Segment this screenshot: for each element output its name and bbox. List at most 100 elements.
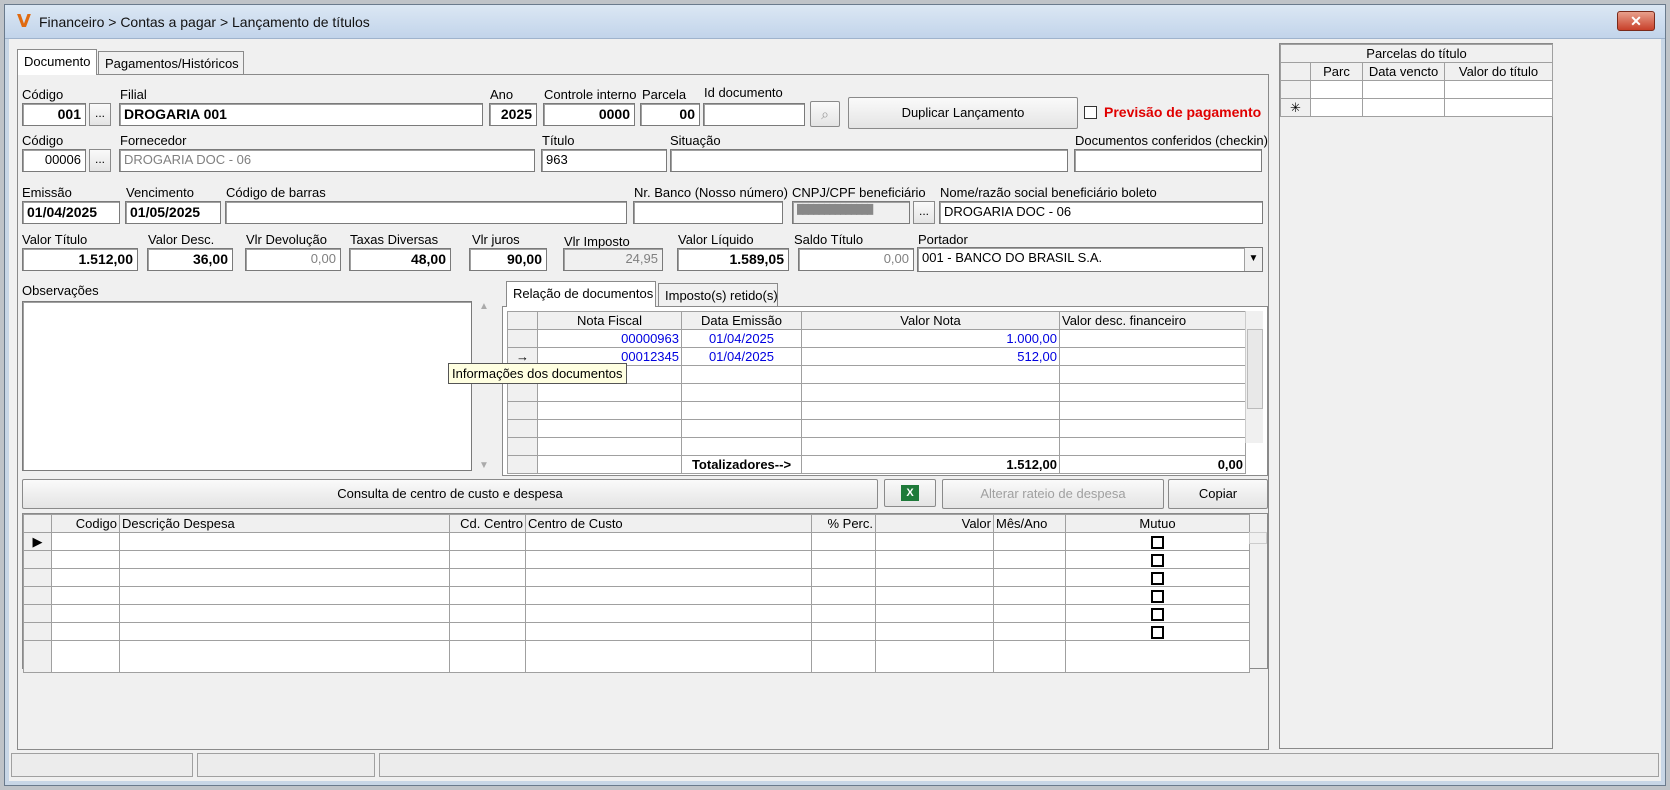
- chevron-down-icon[interactable]: ▼: [1244, 248, 1262, 271]
- mutuo-checkbox-cell[interactable]: [1065, 532, 1250, 551]
- codigo-field[interactable]: 001: [22, 103, 86, 126]
- table-row[interactable]: [507, 419, 1246, 438]
- row-selector[interactable]: [23, 550, 52, 569]
- table-row[interactable]: [23, 550, 1250, 569]
- valor-nota-cell[interactable]: 1.000,00: [801, 329, 1060, 348]
- grid-cell[interactable]: [525, 550, 812, 569]
- grid-cell[interactable]: [119, 586, 450, 605]
- table-row[interactable]: [23, 586, 1250, 605]
- table-row[interactable]: [23, 604, 1250, 623]
- grid-cell[interactable]: [811, 568, 876, 587]
- grid-cell[interactable]: [449, 604, 526, 623]
- grid-cell[interactable]: [525, 586, 812, 605]
- grid-cell[interactable]: [51, 532, 120, 551]
- grid-cell[interactable]: [811, 604, 876, 623]
- vencimento-field[interactable]: 01/05/2025: [125, 201, 221, 224]
- mutuo-checkbox-cell[interactable]: [1065, 568, 1250, 587]
- col-mes-ano[interactable]: Mês/Ano: [993, 514, 1066, 533]
- id-documento-search-button[interactable]: ⌕: [810, 101, 840, 127]
- close-button[interactable]: ✕: [1617, 11, 1655, 31]
- alterar-rateio-button[interactable]: Alterar rateio de despesa: [942, 479, 1164, 509]
- grid-cell[interactable]: [525, 604, 812, 623]
- valor-desc-cell[interactable]: [1059, 347, 1246, 366]
- table-row[interactable]: ✳: [1280, 98, 1554, 117]
- valor-desc-field[interactable]: 36,00: [147, 248, 233, 271]
- col-valor-nota[interactable]: Valor Nota: [801, 311, 1060, 330]
- tab-documento[interactable]: Documento: [17, 49, 97, 75]
- grid-cell[interactable]: [51, 604, 120, 623]
- documentos-grid-scrollbar[interactable]: [1245, 311, 1263, 443]
- portador-select[interactable]: 001 - BANCO DO BRASIL S.A. ▼: [917, 247, 1263, 272]
- grid-cell[interactable]: [119, 532, 450, 551]
- grid-cell[interactable]: [993, 586, 1066, 605]
- col-centro-custo[interactable]: Centro de Custo: [525, 514, 812, 533]
- vlr-imposto-field[interactable]: 24,95: [563, 248, 663, 271]
- grid-cell[interactable]: [525, 532, 812, 551]
- row-selector[interactable]: [23, 586, 52, 605]
- col-descricao-despesa[interactable]: Descrição Despesa: [119, 514, 450, 533]
- grid-cell[interactable]: [525, 622, 812, 641]
- vlr-devolucao-field[interactable]: 0,00: [245, 248, 341, 271]
- grid-cell[interactable]: [51, 550, 120, 569]
- mutuo-checkbox-cell[interactable]: [1065, 622, 1250, 641]
- mutuo-checkbox-cell[interactable]: [1065, 586, 1250, 605]
- situacao-field[interactable]: [670, 149, 1068, 172]
- fornecedor-codigo-field[interactable]: 00006: [22, 149, 86, 172]
- grid-cell[interactable]: [875, 586, 994, 605]
- grid-cell[interactable]: [51, 568, 120, 587]
- fornecedor-field[interactable]: DROGARIA DOC - 06: [119, 149, 535, 172]
- grid-cell[interactable]: [811, 532, 876, 551]
- despesa-grid-scrollbar[interactable]: [1249, 532, 1267, 544]
- documentos-conferidos-field[interactable]: [1074, 149, 1262, 172]
- grid-cell[interactable]: [449, 568, 526, 587]
- controle-interno-field[interactable]: 0000: [543, 103, 635, 126]
- grid-cell[interactable]: [119, 568, 450, 587]
- grid-cell[interactable]: [525, 568, 812, 587]
- valor-titulo-field[interactable]: 1.512,00: [22, 248, 138, 271]
- mutuo-checkbox[interactable]: [1151, 554, 1164, 568]
- grid-cell[interactable]: [875, 622, 994, 641]
- col-mutuo[interactable]: Mutuo: [1065, 514, 1250, 533]
- grid-cell[interactable]: [811, 622, 876, 641]
- valor-liquido-field[interactable]: 1.589,05: [677, 248, 789, 271]
- valor-desc-cell[interactable]: [1059, 329, 1246, 348]
- col-data-vencto[interactable]: Data vencto: [1362, 62, 1445, 81]
- titulo-field[interactable]: 963: [541, 149, 667, 172]
- col-valor-desc-financeiro[interactable]: Valor desc. financeiro: [1059, 311, 1246, 330]
- current-row-indicator-icon[interactable]: ▶: [23, 532, 52, 551]
- grid-cell[interactable]: [119, 622, 450, 641]
- scroll-down-icon[interactable]: ▼: [476, 460, 492, 471]
- grid-cell[interactable]: [993, 550, 1066, 569]
- col-parc[interactable]: Parc: [1310, 62, 1363, 81]
- row-selector[interactable]: [23, 568, 52, 587]
- table-row[interactable]: [23, 568, 1250, 587]
- data-emissao-cell[interactable]: 01/04/2025: [681, 329, 802, 348]
- grid-cell[interactable]: [811, 586, 876, 605]
- mutuo-checkbox[interactable]: [1151, 536, 1164, 550]
- codigo-barras-field[interactable]: [225, 201, 627, 224]
- col-cd-centro[interactable]: Cd. Centro: [449, 514, 526, 533]
- mutuo-checkbox[interactable]: [1151, 626, 1164, 640]
- table-row[interactable]: ▶: [23, 532, 1250, 551]
- col-codigo[interactable]: Codigo: [51, 514, 120, 533]
- vlr-juros-field[interactable]: 90,00: [469, 248, 547, 271]
- col-data-emissao[interactable]: Data Emissão: [681, 311, 802, 330]
- emissao-field[interactable]: 01/04/2025: [22, 201, 120, 224]
- grid-cell[interactable]: [51, 622, 120, 641]
- fornecedor-lookup-button[interactable]: ...: [89, 149, 111, 172]
- table-row[interactable]: 00000963 01/04/2025 1.000,00: [507, 329, 1246, 348]
- table-row[interactable]: [1280, 80, 1554, 99]
- grid-cell[interactable]: [993, 532, 1066, 551]
- col-valor[interactable]: Valor: [875, 514, 994, 533]
- grid-cell[interactable]: [449, 586, 526, 605]
- cnpj-lookup-button[interactable]: ...: [913, 201, 935, 224]
- col-nota-fiscal[interactable]: Nota Fiscal: [537, 311, 682, 330]
- row-selector[interactable]: [23, 604, 52, 623]
- valor-nota-cell[interactable]: 512,00: [801, 347, 1060, 366]
- new-row-icon[interactable]: ✳: [1280, 98, 1311, 117]
- mutuo-checkbox-cell[interactable]: [1065, 550, 1250, 569]
- tab-pagamentos-historicos[interactable]: Pagamentos/Históricos: [98, 51, 244, 75]
- grid-cell[interactable]: [993, 604, 1066, 623]
- consulta-centro-custo-button[interactable]: Consulta de centro de custo e despesa: [22, 479, 878, 509]
- id-documento-field[interactable]: [703, 103, 805, 126]
